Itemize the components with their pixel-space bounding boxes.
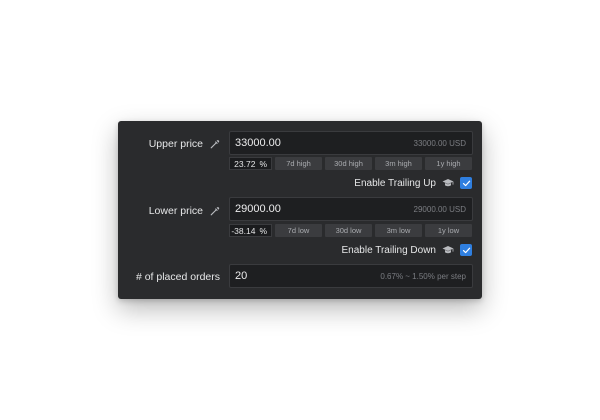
lower-percent-value: -38.14 [231, 225, 256, 236]
check-icon [462, 247, 470, 253]
chip-lower-3m[interactable]: 3m low [375, 224, 422, 237]
chip-upper-7d[interactable]: 7d high [275, 157, 322, 170]
chip-lower-7d[interactable]: 7d low [275, 224, 322, 237]
upper-percent-value: 23.72 [234, 158, 256, 169]
chip-upper-3m[interactable]: 3m high [375, 157, 422, 170]
upper-price-label: Upper price [149, 138, 220, 150]
lower-price-label-text: Lower price [148, 205, 203, 217]
upper-percent-sign: % [259, 158, 267, 169]
orders-label: # of placed orders [136, 271, 220, 283]
trailing-up-checkbox[interactable] [460, 177, 472, 189]
orders-label-text: # of placed orders [135, 271, 220, 283]
chip-lower-30d[interactable]: 30d low [325, 224, 372, 237]
chip-upper-30d[interactable]: 30d high [325, 157, 372, 170]
chip-lower-1y[interactable]: 1y low [425, 224, 472, 237]
orders-value: 20 [235, 270, 248, 282]
lower-price-hint: 29000.00 USD [413, 204, 466, 214]
trailing-down-row: Enable Trailing Down [341, 244, 472, 256]
lower-percent-sign: % [259, 225, 267, 236]
grid-settings-panel: Upper price 33000.00 33000.00 USD 23.72 … [118, 121, 482, 299]
upper-price-hint: 33000.00 USD [413, 138, 466, 148]
lower-price-input[interactable]: 29000.00 29000.00 USD [229, 197, 473, 221]
orders-hint: 0.67% ~ 1.50% per step [380, 271, 466, 281]
upper-price-value: 33000.00 [235, 137, 281, 149]
trailing-up-label: Enable Trailing Up [354, 177, 436, 189]
upper-price-label-text: Upper price [148, 138, 203, 150]
upper-percent-input[interactable]: 23.72 % [229, 157, 272, 170]
lower-price-label: Lower price [149, 205, 220, 217]
trailing-up-row: Enable Trailing Up [354, 177, 472, 189]
graduation-cap-icon[interactable] [442, 245, 454, 255]
graduation-cap-icon[interactable] [442, 178, 454, 188]
orders-input[interactable]: 20 0.67% ~ 1.50% per step [229, 264, 473, 288]
upper-price-input[interactable]: 33000.00 33000.00 USD [229, 131, 473, 155]
trailing-down-checkbox[interactable] [460, 244, 472, 256]
pipette-icon[interactable] [210, 206, 220, 216]
lower-percent-input[interactable]: -38.14 % [229, 224, 272, 237]
trailing-down-label: Enable Trailing Down [341, 244, 437, 256]
pipette-icon[interactable] [210, 139, 220, 149]
check-icon [462, 180, 470, 186]
lower-price-value: 29000.00 [235, 203, 281, 215]
chip-upper-1y[interactable]: 1y high [425, 157, 472, 170]
